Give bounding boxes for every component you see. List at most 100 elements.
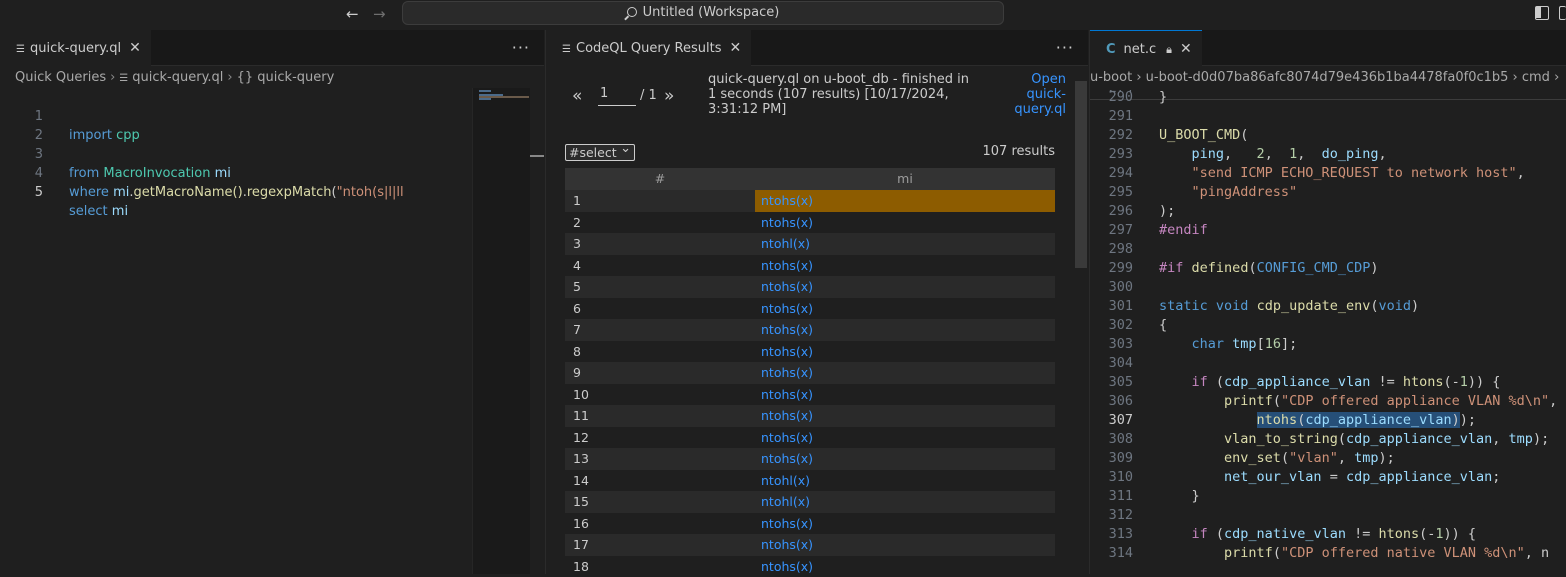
- table-row[interactable]: 17ntohs(x): [565, 534, 1055, 556]
- result-link[interactable]: ntohl(x): [755, 233, 1055, 255]
- page-number-input[interactable]: 1: [598, 86, 636, 106]
- tab-quick-query[interactable]: ☰quick-query.ql✕: [0, 30, 151, 66]
- result-link[interactable]: ntohs(x): [755, 534, 1055, 556]
- table-row[interactable]: 16ntohs(x): [565, 513, 1055, 535]
- table-row[interactable]: 3ntohl(x): [565, 233, 1055, 255]
- result-link[interactable]: ntohs(x): [755, 405, 1055, 427]
- result-link[interactable]: ntohs(x): [755, 427, 1055, 449]
- scrollbar-thumb[interactable]: [1075, 81, 1087, 268]
- result-link[interactable]: ntohs(x): [755, 255, 1055, 277]
- more-actions-icon[interactable]: ···: [512, 38, 530, 57]
- lock-icon: 🔒︎: [1166, 32, 1172, 68]
- column-header[interactable]: #: [565, 168, 755, 190]
- breadcrumb[interactable]: u-boot › u-boot-d0d07ba86afc8074d79e436b…: [1090, 68, 1566, 88]
- tab-codeql-results[interactable]: ☰CodeQL Query Results✕: [546, 30, 751, 66]
- result-link[interactable]: ntohl(x): [755, 491, 1055, 513]
- code-text: "send ICMP ECHO_REQUEST to network host"…: [1159, 164, 1525, 183]
- close-icon[interactable]: ✕: [1180, 31, 1192, 67]
- line-number: 304: [1090, 354, 1133, 373]
- table-row[interactable]: 10ntohs(x): [565, 384, 1055, 406]
- prev-page-icon[interactable]: «: [572, 86, 582, 106]
- table-row[interactable]: 8ntohs(x): [565, 341, 1055, 363]
- results-info: quick-query.ql on u-boot_db - finished i…: [708, 72, 978, 117]
- code-line: 301static void cdp_update_env(void): [1090, 297, 1566, 316]
- result-link[interactable]: ntohs(x): [755, 362, 1055, 384]
- forward-arrow-icon[interactable]: →: [373, 5, 386, 23]
- code-editor[interactable]: 1 import cpp 2 3 from MacroInvocation mi…: [0, 88, 472, 574]
- code-line: 290}: [1090, 90, 1566, 107]
- result-set-select[interactable]: #select: [565, 144, 635, 161]
- code-text: net_our_vlan = cdp_appliance_vlan;: [1159, 468, 1500, 487]
- code-text: );: [1159, 202, 1175, 221]
- line-number: 5: [0, 183, 43, 202]
- close-icon[interactable]: ✕: [729, 30, 741, 66]
- line-number: 292: [1090, 126, 1133, 145]
- code-line: 304: [1090, 354, 1566, 373]
- code-text: #if defined(CONFIG_CMD_CDP): [1159, 259, 1379, 278]
- table-row[interactable]: 9ntohs(x): [565, 362, 1055, 384]
- line-number: 303: [1090, 335, 1133, 354]
- table-row[interactable]: 15 ntohl(x): [565, 491, 1055, 513]
- result-link[interactable]: ntohs(x): [755, 212, 1055, 234]
- source-editor-pane: Cnet.c🔒︎✕ u-boot › u-boot-d0d07ba86afc80…: [1089, 30, 1566, 574]
- column-header[interactable]: mi: [755, 168, 1055, 190]
- result-link[interactable]: ntohs(x): [755, 298, 1055, 320]
- table-row[interactable]: 5 ntohs(x): [565, 276, 1055, 298]
- code-text: ntohs(cdp_appliance_vlan));: [1159, 411, 1476, 430]
- code-editor[interactable]: 274 290}291292U_BOOT_CMD(293 ping, 2, 1,…: [1090, 90, 1566, 574]
- code-line: 2: [0, 107, 472, 126]
- back-arrow-icon[interactable]: ←: [346, 5, 359, 23]
- row-index: 14: [573, 470, 589, 492]
- chevron-right-icon: ›: [227, 70, 232, 85]
- table-row[interactable]: 11ntohs(x): [565, 405, 1055, 427]
- scrollbar[interactable]: [530, 155, 544, 157]
- code-line: 296);: [1090, 202, 1566, 221]
- table-row[interactable]: 14 ntohl(x): [565, 470, 1055, 492]
- line-number: 300: [1090, 278, 1133, 297]
- breadcrumb-item[interactable]: Quick Queries: [15, 70, 106, 85]
- command-center-label: Untitled (Workspace): [643, 5, 780, 20]
- breadcrumb-item[interactable]: quick-query.ql: [132, 70, 223, 85]
- table-row[interactable]: 6ntohs(x): [565, 298, 1055, 320]
- results-tab-bar: ☰CodeQL Query Results✕ ···: [546, 30, 1088, 66]
- line-number: 302: [1090, 316, 1133, 335]
- table-row[interactable]: 12ntohs(x): [565, 427, 1055, 449]
- line-number: 298: [1090, 240, 1133, 259]
- result-link[interactable]: ntohs(x): [755, 276, 1055, 298]
- toggle-sidebar-icon[interactable]: [1535, 6, 1549, 20]
- breadcrumb-item[interactable]: {} quick-query: [237, 70, 335, 85]
- code-line: 309 env_set("vlan", tmp);: [1090, 449, 1566, 468]
- code-text: printf("CDP offered native VLAN %d\n", n: [1159, 544, 1549, 563]
- line-number: 301: [1090, 297, 1133, 316]
- result-link[interactable]: ntohl(x): [755, 470, 1055, 492]
- table-row[interactable]: 1ntohs(x): [565, 190, 1055, 212]
- result-link[interactable]: ntohs(x): [755, 319, 1055, 341]
- code-line: 5 select mi: [0, 164, 472, 183]
- result-link[interactable]: ntohs(x): [755, 190, 1055, 212]
- table-row[interactable]: 13ntohs(x): [565, 448, 1055, 470]
- table-row[interactable]: 7ntohs(x): [565, 319, 1055, 341]
- row-index: 5: [573, 276, 581, 298]
- command-center-search[interactable]: Untitled (Workspace): [402, 1, 1004, 25]
- table-header: # mi: [565, 168, 1055, 190]
- line-number: 311: [1090, 487, 1133, 506]
- close-icon[interactable]: ✕: [129, 30, 141, 66]
- table-row[interactable]: 4ntohs(x): [565, 255, 1055, 277]
- row-index: 15: [573, 491, 589, 513]
- minimap[interactable]: [472, 88, 530, 574]
- table-row[interactable]: 2ntohs(x): [565, 212, 1055, 234]
- toggle-panel-icon[interactable]: [1559, 6, 1566, 20]
- next-page-icon[interactable]: »: [664, 86, 674, 106]
- line-number: 293: [1090, 145, 1133, 164]
- more-actions-icon[interactable]: ···: [1056, 38, 1074, 57]
- tab-label: CodeQL Query Results: [576, 41, 721, 56]
- result-link[interactable]: ntohs(x): [755, 513, 1055, 535]
- line-number: 296: [1090, 202, 1133, 221]
- code-line: 308 vlan_to_string(cdp_appliance_vlan, t…: [1090, 430, 1566, 449]
- result-link[interactable]: ntohs(x): [755, 448, 1055, 470]
- result-link[interactable]: ntohs(x): [755, 341, 1055, 363]
- result-link[interactable]: ntohs(x): [755, 384, 1055, 406]
- pagination: « 1 / 1 »: [572, 86, 582, 106]
- tab-net-c[interactable]: Cnet.c🔒︎✕: [1090, 30, 1202, 66]
- open-query-link[interactable]: Open quick-query.ql: [996, 72, 1066, 117]
